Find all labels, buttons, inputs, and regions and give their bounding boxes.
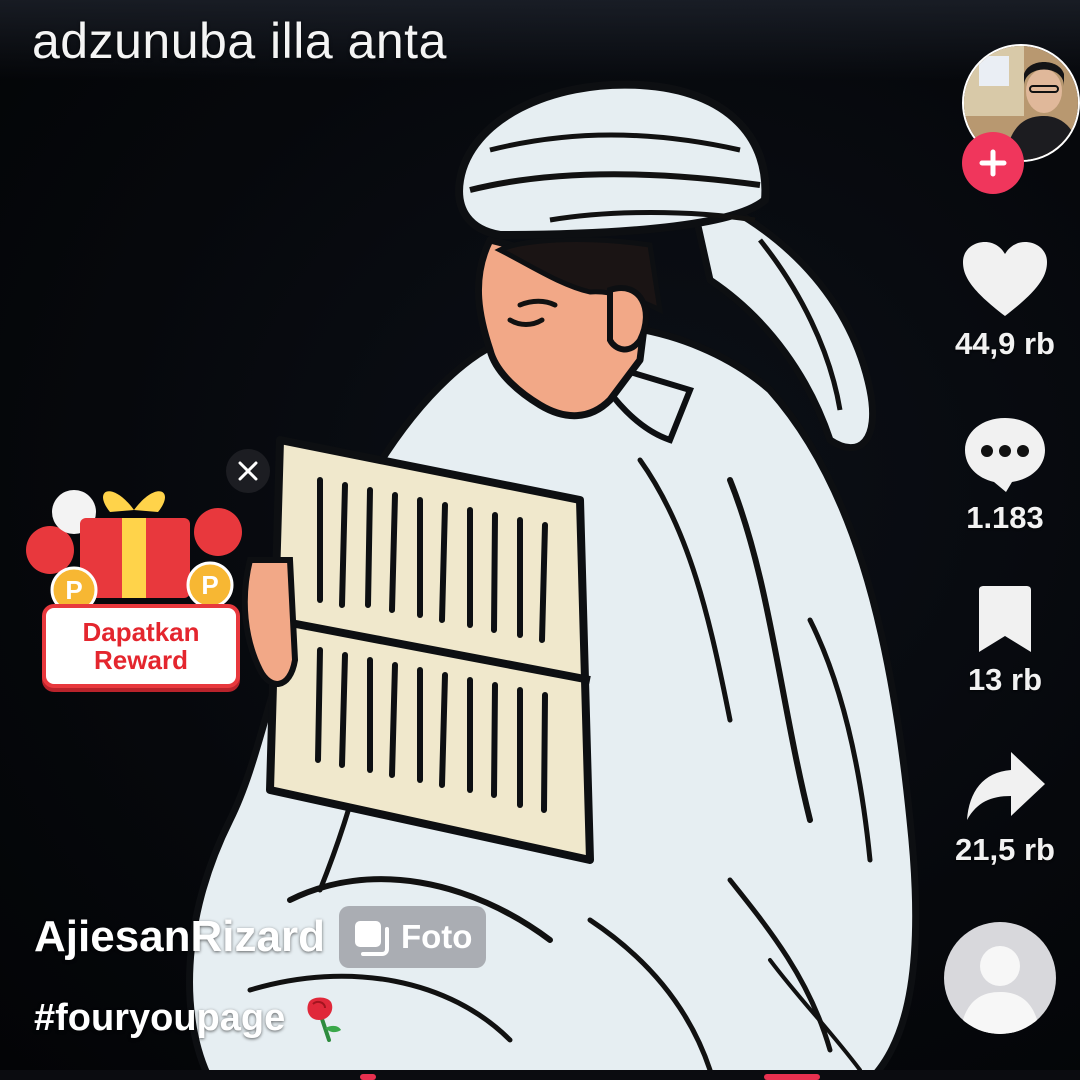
like-button[interactable]: 44,9 rb	[930, 240, 1080, 362]
caption-hashtag[interactable]: #fouryoupage	[34, 997, 285, 1040]
reward-label-line1: Dapatkan	[82, 617, 200, 647]
video-feed-screen[interactable]: adzunuba illa anta P P Dapatkan Reward 4…	[0, 0, 1080, 1080]
bottom-indicator-right	[764, 1074, 820, 1080]
profile-disc[interactable]	[944, 922, 1056, 1034]
bottom-indicator-left	[360, 1074, 376, 1080]
svg-text:P: P	[201, 570, 218, 600]
close-icon	[238, 461, 258, 481]
action-rail: 44,9 rb 1.183 13 rb 21,5 rb	[930, 0, 1080, 1080]
reward-label[interactable]: Dapatkan Reward	[42, 604, 240, 688]
svg-text:P: P	[65, 575, 82, 605]
creator-username[interactable]: AjiesanRizard	[34, 912, 325, 962]
creator-row: AjiesanRizard Foto	[34, 906, 487, 968]
gift-box-icon: P P	[26, 490, 242, 614]
share-button[interactable]: 21,5 rb	[930, 748, 1080, 868]
heart-icon	[963, 242, 1047, 316]
like-count: 44,9 rb	[955, 326, 1055, 361]
share-icon	[967, 752, 1045, 820]
bookmark-button[interactable]: 13 rb	[930, 584, 1080, 698]
share-count: 21,5 rb	[955, 832, 1055, 867]
plus-icon	[979, 149, 1007, 177]
rose-emoji-icon	[307, 997, 342, 1042]
bottom-progress-track	[0, 1070, 1080, 1080]
bookmark-count: 13 rb	[967, 662, 1043, 697]
comment-button[interactable]: 1.183	[930, 414, 1080, 536]
photo-stack-icon	[354, 921, 389, 956]
video-overlay-text: adzunuba illa anta	[32, 13, 447, 69]
comment-icon	[965, 418, 1045, 492]
user-icon	[960, 946, 1040, 1034]
post-type-label: Foto	[400, 918, 473, 955]
book-illustration	[266, 436, 594, 864]
follow-button[interactable]	[962, 132, 1024, 194]
post-type-badge: Foto	[338, 906, 487, 968]
reward-label-line2: Reward	[94, 645, 188, 675]
comment-count: 1.183	[966, 500, 1044, 535]
reward-close-button[interactable]	[226, 449, 270, 493]
caption-row: #fouryoupage	[34, 994, 343, 1042]
bookmark-icon	[979, 586, 1031, 652]
